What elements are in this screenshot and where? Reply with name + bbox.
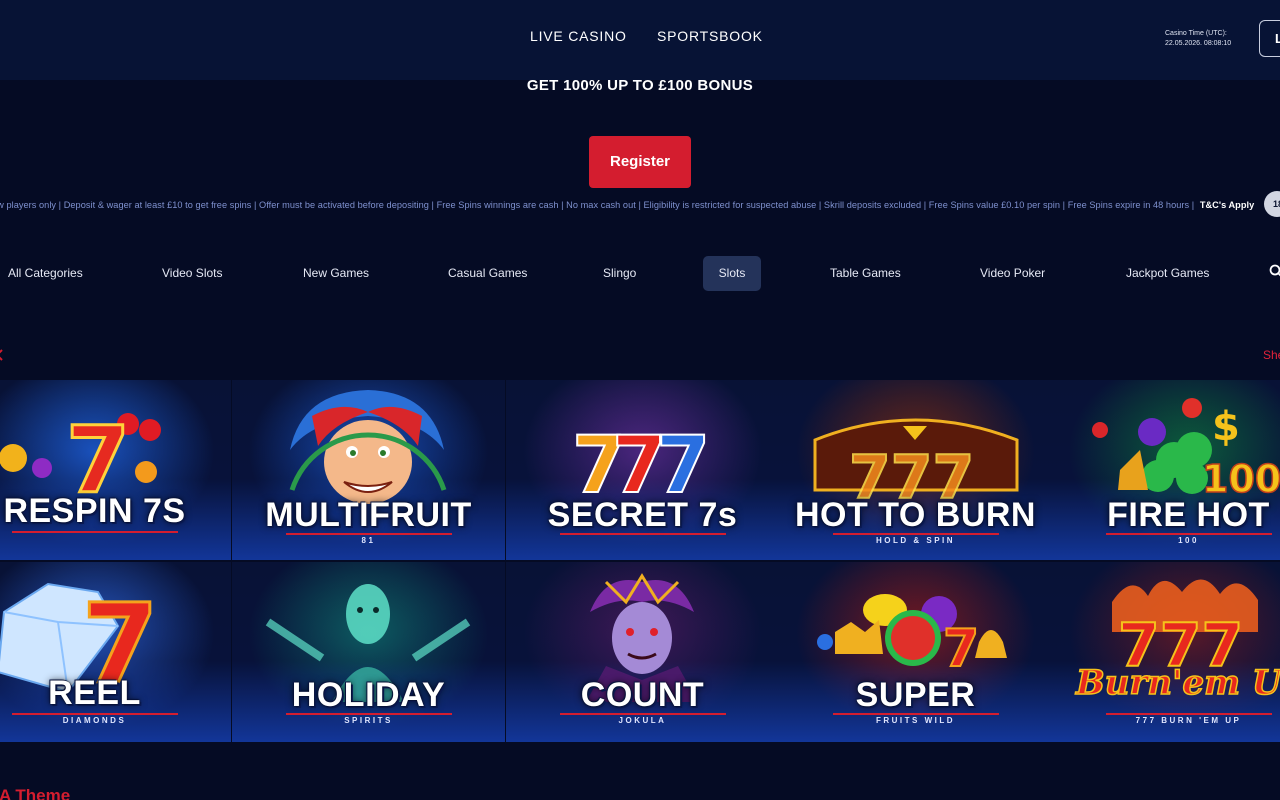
ghost-artwork-icon (265, 584, 471, 702)
search-icon[interactable] (1269, 264, 1280, 278)
game-tile-reel-diamonds[interactable]: 7 REEL DIAMONDS (0, 562, 231, 742)
game-title: REEL (48, 674, 141, 712)
title-underline (11, 713, 178, 715)
game-title: SECRET 7s (547, 496, 738, 534)
section-title-theme: A Theme (0, 786, 71, 800)
count-artwork-icon (586, 573, 698, 702)
title-underline (1105, 533, 1272, 535)
top-navigation-bar: LIVE CASINO SPORTSBOOK Casino Time (UTC)… (0, 0, 1280, 80)
title-underline (1105, 713, 1272, 715)
svg-text:7: 7 (943, 619, 979, 679)
title-underline (559, 713, 726, 715)
title-underline (285, 713, 452, 715)
casino-clock-label: Casino Time (UTC): (1165, 30, 1227, 37)
game-tile-super-fruits-wild[interactable]: 7 SUPER FRUITS WILD (779, 562, 1052, 742)
casino-clock-value: 22.05.2026. 08:08:10 (1165, 40, 1232, 47)
seven-artwork-icon: 7 (0, 406, 161, 516)
game-tile-count-jokula[interactable]: COUNT JOKULA (506, 562, 779, 742)
title-underline (285, 533, 452, 535)
svg-text:$: $ (1212, 404, 1240, 450)
nav-live-casino[interactable]: LIVE CASINO (530, 28, 627, 44)
svg-text:100: 100 (1202, 457, 1280, 501)
game-title: HOT TO BURN (795, 496, 1036, 534)
login-button[interactable]: L (1259, 20, 1280, 57)
title-underline (832, 713, 999, 715)
game-tile-fire-hot[interactable]: $ 100 FIRE HOT 100 (1052, 380, 1280, 560)
game-tile-multifruit[interactable]: MULTIFRUIT 81 (232, 380, 505, 560)
game-tile-777-burn-em-up[interactable]: 777 Burn'em Up 777 BURN 'EM UP (1052, 562, 1280, 742)
game-title: HOLIDAY (291, 676, 446, 714)
game-title: FIRE HOT (1107, 496, 1270, 534)
bonus-headline: GET 100% UP TO £100 BONUS (526, 77, 754, 94)
burn-artwork-icon: 777 Burn'em Up (1074, 579, 1280, 704)
tab-table-games[interactable]: Table Games (830, 256, 901, 291)
game-subtitle: FRUITS WILD (875, 716, 956, 725)
bonus-terms: ew players only | Deposit & wager at lea… (0, 200, 1280, 210)
register-button[interactable]: Register (589, 136, 691, 188)
tab-slots[interactable]: Slots (703, 256, 761, 291)
bonus-terms-text: ew players only | Deposit & wager at lea… (0, 200, 1195, 210)
casino-clock: Casino Time (UTC): 22.05.2026. 08:08:10 (1165, 29, 1231, 49)
game-title: MULTIFRUIT (265, 496, 472, 534)
game-title: RESPIN 7S (3, 492, 186, 530)
show-all-link[interactable]: She (1263, 348, 1280, 362)
chevron-left-icon[interactable] (0, 349, 4, 361)
game-title: COUNT (580, 676, 705, 714)
age-restriction-badge: 18 (1264, 191, 1280, 217)
fruits-artwork-icon: 7 (817, 594, 1007, 680)
game-title: SUPER (855, 676, 976, 714)
terms-apply-link[interactable]: T&C's Apply (1200, 200, 1254, 210)
game-tile-hot-to-burn[interactable]: 777 HOT TO BURN HOLD & SPIN (779, 380, 1052, 560)
diamond-artwork-icon: 7 (0, 579, 160, 710)
game-subtitle: HOLD & SPIN (875, 536, 956, 545)
nav-sportsbook[interactable]: SPORTSBOOK (657, 28, 763, 44)
tab-video-poker[interactable]: Video Poker (980, 256, 1045, 291)
tab-casual-games[interactable]: Casual Games (448, 256, 527, 291)
tab-video-slots[interactable]: Video Slots (162, 256, 223, 291)
svg-text:Burn'em Up: Burn'em Up (1075, 663, 1280, 703)
game-tile-holiday-spirits[interactable]: HOLIDAY SPIRITS (232, 562, 505, 742)
game-subtitle: 777 BURN 'EM UP (1135, 716, 1242, 725)
title-underline (559, 533, 726, 535)
game-subtitle: SPIRITS (344, 716, 393, 725)
tab-new-games[interactable]: New Games (303, 256, 369, 291)
title-underline (11, 531, 178, 533)
game-tile-respin-7s[interactable]: 7 RESPIN 7S (0, 380, 231, 560)
game-subtitle: DIAMONDS (62, 716, 127, 725)
game-subtitle: 81 (361, 536, 376, 545)
game-subtitle: JOKULA (618, 716, 667, 725)
tab-all-categories[interactable]: All Categories (8, 256, 83, 291)
title-underline (832, 533, 999, 535)
tab-slingo[interactable]: Slingo (603, 256, 636, 291)
game-tile-secret-7s[interactable]: 7 7 7 SECRET 7s (506, 380, 779, 560)
game-subtitle: 100 (1178, 536, 1199, 545)
tab-jackpot-games[interactable]: Jackpot Games (1126, 256, 1209, 291)
